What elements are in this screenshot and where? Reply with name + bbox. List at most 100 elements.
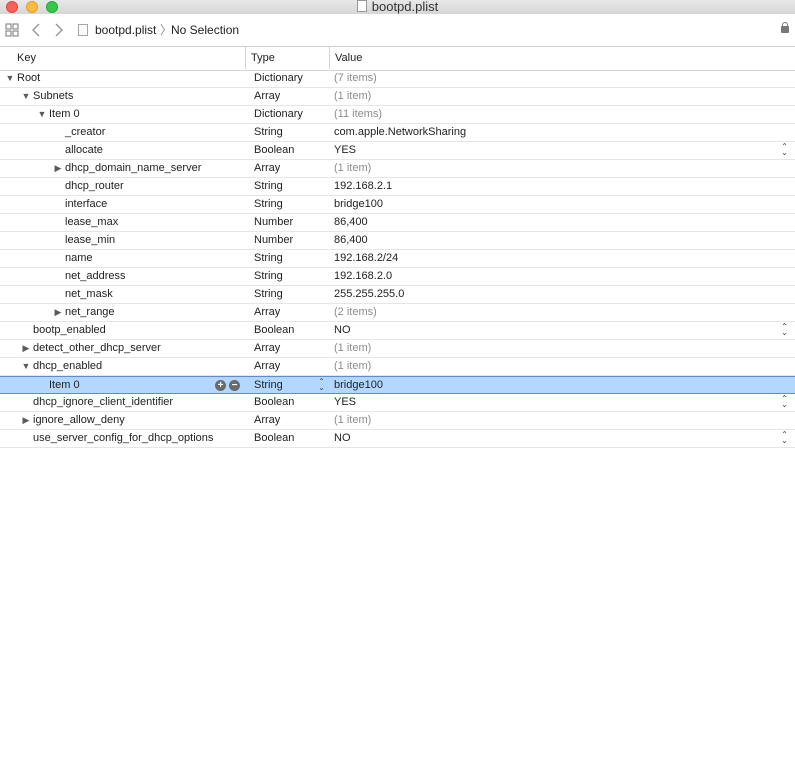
table-row[interactable]: interface String bridge100 <box>0 196 795 214</box>
row-key[interactable]: net_range <box>65 304 115 321</box>
row-type[interactable]: String <box>254 286 283 303</box>
row-type[interactable]: Dictionary <box>254 106 303 123</box>
table-row[interactable]: ▼ Subnets Array (1 item) <box>0 88 795 106</box>
table-row[interactable]: ▶ detect_other_dhcp_server Array (1 item) <box>0 340 795 358</box>
row-key[interactable]: dhcp_ignore_client_identifier <box>33 394 173 411</box>
table-row[interactable]: allocate Boolean YES ⌃ ⌄ <box>0 142 795 160</box>
table-row[interactable]: net_address String 192.168.2.0 <box>0 268 795 286</box>
boolean-popup-stepper-icon[interactable]: ⌃ ⌄ <box>780 431 789 445</box>
table-row[interactable]: Item 0 + − ⌃ ⌄ String bridge100 <box>0 376 795 394</box>
disclosure-open-icon[interactable]: ▼ <box>21 358 31 375</box>
breadcrumb-file[interactable]: bootpd.plist <box>95 14 156 46</box>
breadcrumb-selection[interactable]: No Selection <box>171 14 239 46</box>
type-column-header[interactable]: Type <box>245 47 275 69</box>
row-type[interactable]: String <box>254 178 283 195</box>
row-value[interactable]: bridge100 <box>334 377 383 394</box>
row-type[interactable]: String <box>254 268 283 285</box>
table-row[interactable]: ▶ net_range Array (2 items) <box>0 304 795 322</box>
row-type[interactable]: Array <box>254 88 280 105</box>
row-key[interactable]: _creator <box>65 124 105 141</box>
row-type[interactable]: String <box>254 377 283 394</box>
row-type[interactable]: Number <box>254 232 293 249</box>
row-key[interactable]: dhcp_enabled <box>33 358 102 375</box>
row-key[interactable]: Subnets <box>33 88 73 105</box>
row-key[interactable]: lease_max <box>65 214 118 231</box>
disclosure-closed-icon[interactable]: ▶ <box>21 412 31 429</box>
type-popup-stepper-icon[interactable]: ⌃ ⌄ <box>317 378 326 392</box>
table-row[interactable]: net_mask String 255.255.255.0 <box>0 286 795 304</box>
row-type[interactable]: String <box>254 124 283 141</box>
row-key[interactable]: Item 0 <box>49 377 80 394</box>
table-row[interactable]: dhcp_router String 192.168.2.1 <box>0 178 795 196</box>
remove-item-icon[interactable]: − <box>229 380 240 391</box>
row-type[interactable]: Array <box>254 358 280 375</box>
row-type[interactable]: Array <box>254 340 280 357</box>
row-value[interactable]: 86,400 <box>334 214 368 231</box>
row-type[interactable]: Array <box>254 304 280 321</box>
add-item-icon[interactable]: + <box>215 380 226 391</box>
table-row[interactable]: ▼ Item 0 Dictionary (11 items) <box>0 106 795 124</box>
row-type[interactable]: String <box>254 250 283 267</box>
row-type[interactable]: Dictionary <box>254 70 303 87</box>
row-value[interactable]: NO <box>334 322 351 339</box>
row-key[interactable]: name <box>65 250 93 267</box>
table-row[interactable]: dhcp_ignore_client_identifier Boolean YES ⌃… <box>0 394 795 412</box>
row-type[interactable]: Boolean <box>254 142 294 159</box>
row-value[interactable]: NO <box>334 430 351 447</box>
row-key[interactable]: ignore_allow_deny <box>33 412 125 429</box>
forward-arrow-icon[interactable] <box>53 14 65 46</box>
disclosure-open-icon[interactable]: ▼ <box>37 106 47 123</box>
table-row[interactable]: ▶ ignore_allow_deny Array (1 item) <box>0 412 795 430</box>
row-type[interactable]: Array <box>254 412 280 429</box>
row-type[interactable]: Array <box>254 160 280 177</box>
row-key[interactable]: dhcp_domain_name_server <box>65 160 201 177</box>
boolean-popup-stepper-icon[interactable]: ⌃ ⌄ <box>780 143 789 157</box>
related-items-grid-icon[interactable] <box>5 14 19 46</box>
table-row[interactable]: name String 192.168.2/24 <box>0 250 795 268</box>
row-value[interactable]: com.apple.NetworkSharing <box>334 124 466 141</box>
row-type[interactable]: String <box>254 196 283 213</box>
table-row[interactable]: use_server_config_for_dhcp_options Boolea… <box>0 430 795 448</box>
disclosure-closed-icon[interactable]: ▶ <box>53 160 63 177</box>
row-key[interactable]: interface <box>65 196 107 213</box>
table-row[interactable]: lease_max Number 86,400 <box>0 214 795 232</box>
row-type[interactable]: Boolean <box>254 322 294 339</box>
lock-icon[interactable] <box>781 22 789 33</box>
row-value[interactable]: 86,400 <box>334 232 368 249</box>
boolean-popup-stepper-icon[interactable]: ⌃ ⌄ <box>780 323 789 337</box>
table-row[interactable]: bootp_enabled Boolean NO ⌃ ⌄ <box>0 322 795 340</box>
row-type[interactable]: Boolean <box>254 394 294 411</box>
row-key[interactable]: Item 0 <box>49 106 80 123</box>
disclosure-open-icon[interactable]: ▼ <box>5 70 15 87</box>
row-type[interactable]: Number <box>254 214 293 231</box>
row-value[interactable]: 255.255.255.0 <box>334 286 404 303</box>
disclosure-closed-icon[interactable]: ▶ <box>21 340 31 357</box>
table-row[interactable]: _creator String com.apple.NetworkSharing <box>0 124 795 142</box>
row-value[interactable]: 192.168.2.1 <box>334 178 392 195</box>
row-key[interactable]: use_server_config_for_dhcp_options <box>33 430 213 447</box>
row-value[interactable]: YES <box>334 394 356 411</box>
table-row[interactable]: ▼ Root Dictionary (7 items) <box>0 70 795 88</box>
row-key[interactable]: allocate <box>65 142 103 159</box>
table-row[interactable]: lease_min Number 86,400 <box>0 232 795 250</box>
back-arrow-icon[interactable] <box>30 14 42 46</box>
row-key[interactable]: Root <box>17 70 40 87</box>
row-value[interactable]: 192.168.2/24 <box>334 250 398 267</box>
disclosure-open-icon[interactable]: ▼ <box>21 88 31 105</box>
row-key[interactable]: net_mask <box>65 286 113 303</box>
disclosure-closed-icon[interactable]: ▶ <box>53 304 63 321</box>
row-key[interactable]: detect_other_dhcp_server <box>33 340 161 357</box>
row-value[interactable]: bridge100 <box>334 196 383 213</box>
row-value[interactable]: YES <box>334 142 356 159</box>
row-key[interactable]: lease_min <box>65 232 115 249</box>
row-key[interactable]: dhcp_router <box>65 178 124 195</box>
value-column-header[interactable]: Value <box>329 47 362 69</box>
table-row[interactable]: ▶ dhcp_domain_name_server Array (1 item) <box>0 160 795 178</box>
row-value[interactable]: 192.168.2.0 <box>334 268 392 285</box>
boolean-popup-stepper-icon[interactable]: ⌃ ⌄ <box>780 395 789 409</box>
row-key[interactable]: bootp_enabled <box>33 322 106 339</box>
table-row[interactable]: ▼ dhcp_enabled Array (1 item) <box>0 358 795 376</box>
key-column-header[interactable]: Key <box>12 47 36 69</box>
row-key[interactable]: net_address <box>65 268 126 285</box>
row-type[interactable]: Boolean <box>254 430 294 447</box>
